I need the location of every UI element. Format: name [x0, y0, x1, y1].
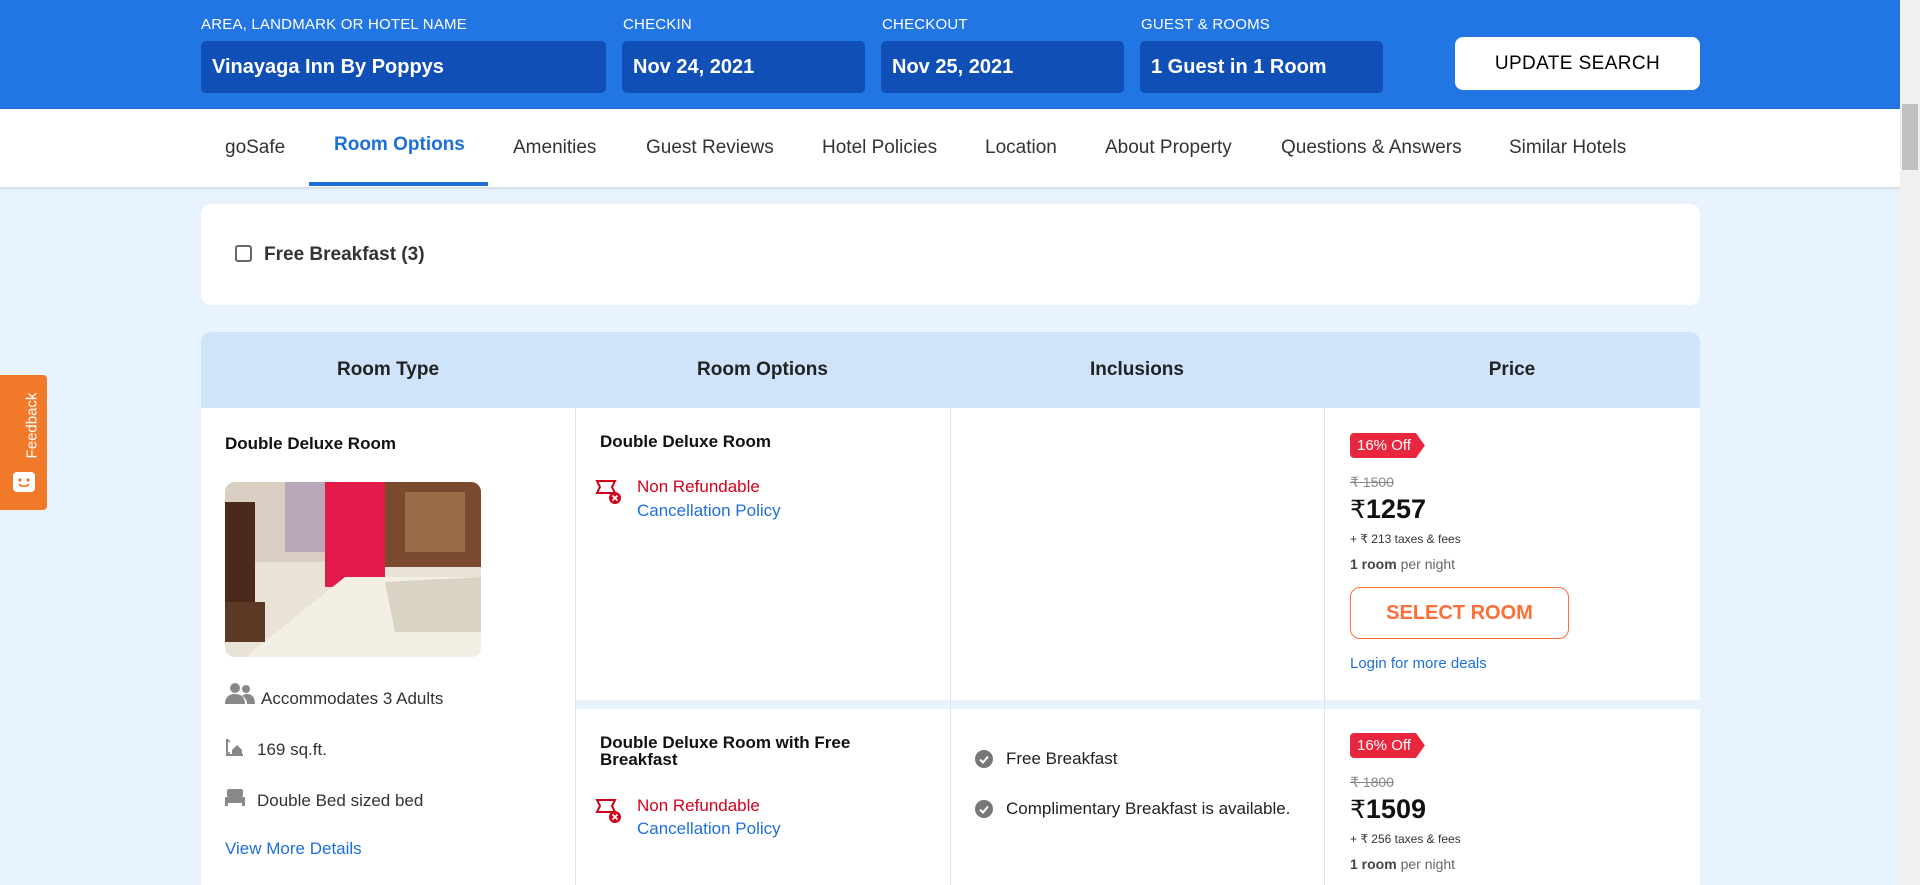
option-title: Double Deluxe Room	[600, 432, 771, 451]
tab-guest-reviews[interactable]: Guest Reviews	[646, 109, 774, 187]
original-price: ₹ 1800	[1350, 774, 1394, 790]
tab-questions-answers[interactable]: Questions & Answers	[1281, 109, 1462, 187]
per-night-text: 1 room per night	[1350, 856, 1455, 872]
cancellation-policy-link[interactable]: Cancellation Policy	[637, 819, 781, 839]
discount-badge: 16% Off	[1350, 433, 1425, 458]
tab-hotel-policies[interactable]: Hotel Policies	[822, 109, 937, 187]
row-divider	[575, 700, 1700, 709]
per-night-text: 1 room per night	[1350, 556, 1455, 572]
column-divider	[950, 332, 951, 885]
active-tab-indicator	[309, 182, 488, 186]
option-title: Double Deluxe Room with Free Breakfast	[600, 733, 851, 769]
price-value: 1509	[1365, 794, 1426, 824]
area-icon	[226, 738, 243, 756]
discount-badge: 16% Off	[1350, 733, 1425, 758]
header-inclusions: Inclusions	[1090, 359, 1184, 380]
header-price: Price	[1488, 359, 1536, 380]
feedback-smile-icon[interactable]	[13, 472, 35, 492]
column-divider	[1324, 332, 1325, 885]
guests-rooms-input[interactable]: 1 Guest in 1 Room	[1140, 41, 1383, 93]
taxes-text: + ₹ 213 taxes & fees	[1350, 532, 1461, 546]
inclusion-item: Complimentary Breakfast is available.	[1006, 799, 1291, 818]
hotel-input[interactable]: Vinayaga Inn By Poppys	[201, 41, 606, 93]
room-count: 1 room	[1350, 556, 1397, 572]
feedback-label[interactable]: Feedback	[24, 381, 41, 471]
view-more-details-link[interactable]: View More Details	[225, 839, 362, 859]
tab-room-options[interactable]: Room Options	[334, 106, 465, 184]
people-icon	[225, 683, 255, 704]
hotel-field-label: AREA, LANDMARK OR HOTEL NAME	[201, 16, 467, 33]
tab-amenities[interactable]: Amenities	[513, 109, 596, 187]
tab-gosafe[interactable]: goSafe	[225, 109, 285, 187]
final-price: ₹1509	[1350, 794, 1426, 825]
guests-field-label: GUEST & ROOMS	[1141, 16, 1271, 33]
non-refundable-icon	[595, 799, 621, 823]
non-refundable-text: Non Refundable	[637, 477, 760, 496]
per-night-label: per night	[1396, 856, 1456, 872]
taxes-text: + ₹ 256 taxes & fees	[1350, 832, 1461, 846]
room-type-title: Double Deluxe Room	[225, 434, 396, 453]
column-divider	[575, 332, 576, 885]
accommodates-text: Accommodates 3 Adults	[261, 689, 444, 708]
filter-card	[201, 204, 1700, 305]
per-night-label: per night	[1396, 556, 1456, 572]
header-room-type: Room Type	[336, 359, 440, 380]
room-count: 1 room	[1350, 856, 1397, 872]
update-search-button[interactable]: UPDATE SEARCH	[1455, 37, 1700, 90]
scrollbar-thumb[interactable]	[1902, 104, 1918, 170]
final-price: ₹1257	[1350, 494, 1426, 525]
free-breakfast-checkbox[interactable]	[235, 245, 252, 262]
checkout-input[interactable]: Nov 25, 2021	[881, 41, 1124, 93]
room-size-text: 169 sq.ft.	[257, 740, 327, 759]
price-value: 1257	[1365, 494, 1426, 524]
cancellation-policy-link[interactable]: Cancellation Policy	[637, 501, 781, 521]
checkout-field-label: CHECKOUT	[882, 16, 968, 33]
tab-similar-hotels[interactable]: Similar Hotels	[1509, 109, 1626, 187]
checkin-field-label: CHECKIN	[623, 16, 692, 33]
login-for-deals-link[interactable]: Login for more deals	[1350, 655, 1487, 672]
header-room-options: Room Options	[697, 359, 828, 380]
select-room-button[interactable]: SELECT ROOM	[1350, 587, 1569, 639]
tab-about-property[interactable]: About Property	[1105, 109, 1232, 187]
inclusion-item: Free Breakfast	[1006, 749, 1118, 768]
checkin-input[interactable]: Nov 24, 2021	[622, 41, 865, 93]
currency-symbol: ₹	[1350, 796, 1366, 824]
original-price: ₹ 1500	[1350, 474, 1394, 490]
room-photo[interactable]	[225, 482, 481, 657]
check-circle-icon	[975, 750, 993, 768]
check-circle-icon	[975, 800, 993, 818]
currency-symbol: ₹	[1350, 496, 1366, 524]
non-refundable-text: Non Refundable	[637, 796, 760, 815]
free-breakfast-filter-label[interactable]: Free Breakfast (3)	[264, 244, 425, 266]
bed-icon	[225, 789, 245, 806]
bed-type-text: Double Bed sized bed	[257, 791, 424, 810]
tab-location[interactable]: Location	[985, 109, 1057, 187]
non-refundable-icon	[595, 480, 621, 504]
